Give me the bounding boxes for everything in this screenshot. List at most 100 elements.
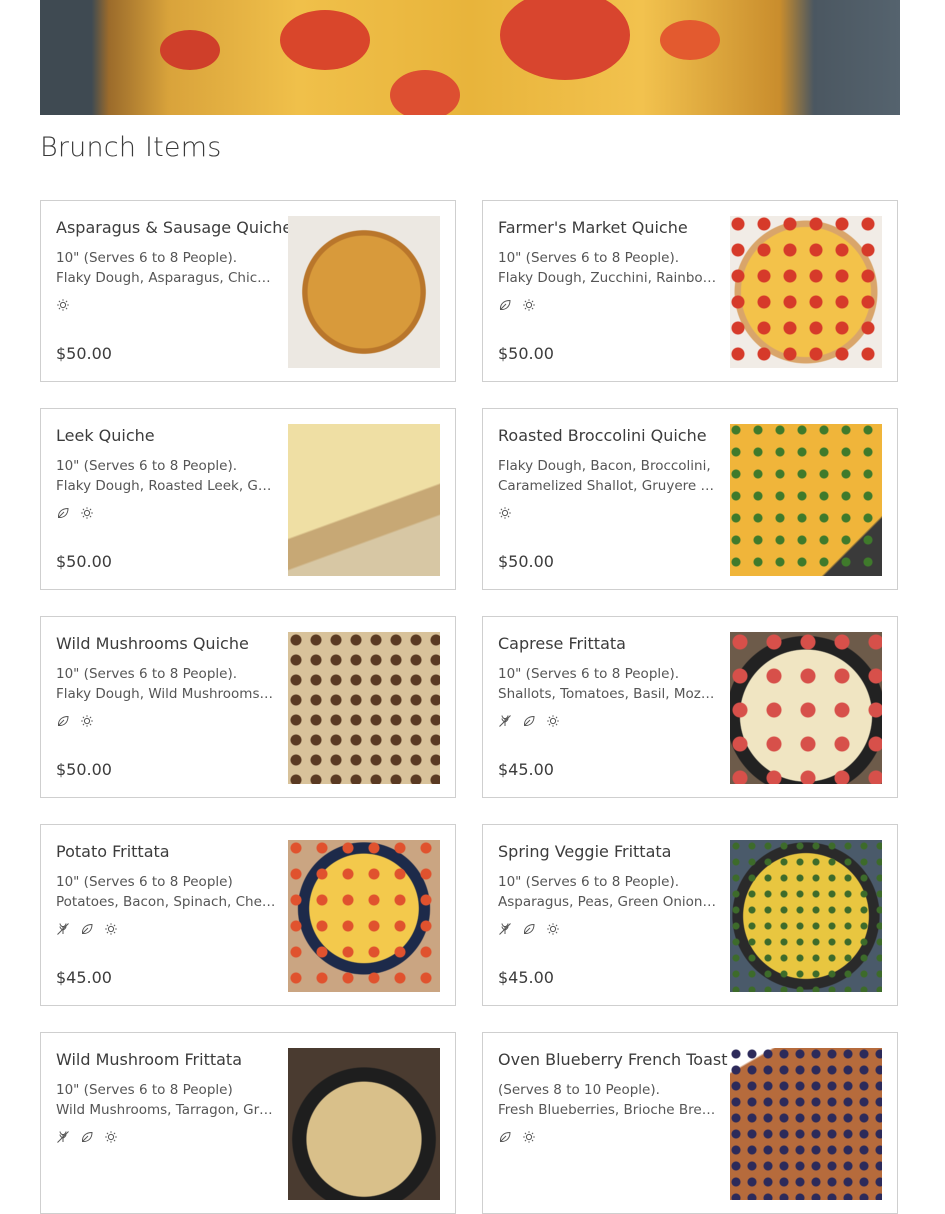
menu-item-description-line: (Serves 8 to 10 People). xyxy=(498,1082,660,1098)
gluten-free-icon xyxy=(498,713,512,727)
menu-item-description-line: Wild Mushrooms, Tarragon, Gruyere xyxy=(56,1102,276,1118)
menu-item-name[interactable]: Roasted Broccolini Quiche xyxy=(498,426,723,445)
menu-item-description-line: 10" (Serves 6 to 8 People). xyxy=(56,250,238,266)
dietary-badges xyxy=(498,505,512,519)
vegetarian-leaf-icon xyxy=(56,713,70,727)
menu-item-price: $50.00 xyxy=(56,552,112,571)
menu-item-description-line: Asparagus, Peas, Green Onions, Feta xyxy=(498,894,718,910)
dietary-badges xyxy=(56,921,118,935)
menu-item-description: 10" (Serves 6 to 8 People). Flaky Dough, … xyxy=(56,664,276,704)
menu-item-description-line: Flaky Dough, Asparagus, Chicken Sausage,… xyxy=(56,270,276,286)
menu-item-description-line: 10" (Serves 6 to 8 People) xyxy=(56,1082,233,1098)
gluten-free-icon xyxy=(498,921,512,935)
tomato-slice xyxy=(280,10,370,70)
menu-item-description-line: Potatoes, Bacon, Spinach, Cherry Tomatoe… xyxy=(56,894,276,910)
menu-item-description: 10" (Serves 6 to 8 People). Flaky Dough, … xyxy=(498,248,718,288)
organic-sun-icon xyxy=(80,713,94,727)
menu-item-description: 10" (Serves 6 to 8 People) Potatoes, Baco… xyxy=(56,872,276,912)
tomato-slice xyxy=(390,70,460,115)
menu-item-description-line: Shallots, Tomatoes, Basil, Mozzarella xyxy=(498,686,718,702)
menu-item-description: Flaky Dough, Bacon, Broccolini, Carameliz… xyxy=(498,456,718,496)
gluten-free-icon xyxy=(56,1129,70,1143)
menu-item-price: $45.00 xyxy=(498,968,554,987)
menu-item-description-line: Flaky Dough, Roasted Leek, Gruyere xyxy=(56,478,276,494)
menu-item-name[interactable]: Leek Quiche xyxy=(56,426,281,445)
menu-item-card[interactable]: Leek Quiche 10" (Serves 6 to 8 People). Fl… xyxy=(40,408,456,590)
dietary-badges xyxy=(498,297,536,311)
menu-item-price: $50.00 xyxy=(56,344,112,363)
menu-item-name[interactable]: Potato Frittata xyxy=(56,842,281,861)
vegetarian-leaf-icon xyxy=(80,921,94,935)
menu-item-price: $45.00 xyxy=(56,968,112,987)
menu-item-price: $45.00 xyxy=(498,760,554,779)
menu-item-photo[interactable] xyxy=(288,216,440,368)
menu-item-description-line: 10" (Serves 6 to 8 People) xyxy=(56,874,233,890)
menu-item-description-line: 10" (Serves 6 to 8 People). xyxy=(56,666,238,682)
menu-item-description: 10" (Serves 6 to 8 People). Flaky Dough, … xyxy=(56,248,276,288)
menu-item-description-line: 10" (Serves 6 to 8 People). xyxy=(498,250,680,266)
dietary-badges xyxy=(56,1129,118,1143)
menu-item-photo[interactable] xyxy=(288,424,440,576)
menu-item-card[interactable]: Spring Veggie Frittata 10" (Serves 6 to 8… xyxy=(482,824,898,1006)
menu-item-name[interactable]: Farmer's Market Quiche xyxy=(498,218,723,237)
menu-item-price: $50.00 xyxy=(498,344,554,363)
menu-item-description-line: 10" (Serves 6 to 8 People). xyxy=(498,666,680,682)
dietary-badges xyxy=(498,1129,536,1143)
menu-item-description: 10" (Serves 6 to 8 People) Wild Mushrooms… xyxy=(56,1080,276,1120)
menu-item-description-line: Flaky Dough, Bacon, Broccolini, xyxy=(498,458,711,474)
menu-item-card[interactable]: Asparagus & Sausage Quiche 10" (Serves 6 … xyxy=(40,200,456,382)
menu-item-price: $50.00 xyxy=(56,760,112,779)
menu-item-name[interactable]: Wild Mushrooms Quiche xyxy=(56,634,281,653)
menu-item-description: 10" (Serves 6 to 8 People). Flaky Dough, … xyxy=(56,456,276,496)
menu-item-card[interactable]: Wild Mushroom Frittata 10" (Serves 6 to 8… xyxy=(40,1032,456,1214)
menu-item-photo[interactable] xyxy=(288,1048,440,1200)
gluten-free-icon xyxy=(56,921,70,935)
menu-item-photo[interactable] xyxy=(288,840,440,992)
organic-sun-icon xyxy=(546,713,560,727)
dietary-badges xyxy=(498,921,560,935)
menu-item-card[interactable]: Farmer's Market Quiche 10" (Serves 6 to 8… xyxy=(482,200,898,382)
menu-item-description: 10" (Serves 6 to 8 People). Shallots, Tom… xyxy=(498,664,718,704)
menu-item-card[interactable]: Roasted Broccolini Quiche Flaky Dough, Ba… xyxy=(482,408,898,590)
menu-item-card[interactable]: Caprese Frittata 10" (Serves 6 to 8 Peopl… xyxy=(482,616,898,798)
vegetarian-leaf-icon xyxy=(56,505,70,519)
menu-item-photo[interactable] xyxy=(730,1048,882,1200)
vegetarian-leaf-icon xyxy=(498,1129,512,1143)
menu-item-name[interactable]: Asparagus & Sausage Quiche xyxy=(56,218,292,237)
organic-sun-icon xyxy=(104,921,118,935)
menu-item-card[interactable]: Wild Mushrooms Quiche 10" (Serves 6 to 8 … xyxy=(40,616,456,798)
menu-item-price: $50.00 xyxy=(498,552,554,571)
menu-item-card[interactable]: Oven Blueberry French Toast (Serves 8 to … xyxy=(482,1032,898,1214)
organic-sun-icon xyxy=(56,297,70,311)
dietary-badges xyxy=(56,713,94,727)
dietary-badges xyxy=(56,297,70,311)
dietary-badges xyxy=(56,505,94,519)
menu-item-description: (Serves 8 to 10 People). Fresh Blueberrie… xyxy=(498,1080,718,1120)
menu-item-description: 10" (Serves 6 to 8 People). Asparagus, Pe… xyxy=(498,872,718,912)
organic-sun-icon xyxy=(104,1129,118,1143)
menu-item-name[interactable]: Wild Mushroom Frittata xyxy=(56,1050,281,1069)
menu-item-name[interactable]: Caprese Frittata xyxy=(498,634,723,653)
tomato-slice xyxy=(660,20,720,60)
menu-item-name[interactable]: Oven Blueberry French Toast xyxy=(498,1050,728,1069)
organic-sun-icon xyxy=(522,297,536,311)
menu-item-description-line: Fresh Blueberries, Brioche Bread xyxy=(498,1102,718,1118)
tomato-slice xyxy=(500,0,630,80)
menu-item-photo[interactable] xyxy=(730,632,882,784)
menu-item-description-line: Flaky Dough, Wild Mushrooms, Gruyere xyxy=(56,686,276,702)
section-title: Brunch Items xyxy=(40,132,222,163)
menu-item-card[interactable]: Potato Frittata 10" (Serves 6 to 8 People… xyxy=(40,824,456,1006)
menu-item-description-line: 10" (Serves 6 to 8 People). xyxy=(56,458,238,474)
organic-sun-icon xyxy=(546,921,560,935)
vegetarian-leaf-icon xyxy=(498,297,512,311)
menu-item-name[interactable]: Spring Veggie Frittata xyxy=(498,842,723,861)
menu-item-photo[interactable] xyxy=(288,632,440,784)
menu-item-description-line: Flaky Dough, Zucchini, Rainbow Tomatoes xyxy=(498,270,718,286)
organic-sun-icon xyxy=(522,1129,536,1143)
menu-item-photo[interactable] xyxy=(730,216,882,368)
dietary-badges xyxy=(498,713,560,727)
menu-item-photo[interactable] xyxy=(730,424,882,576)
menu-item-photo[interactable] xyxy=(730,840,882,992)
organic-sun-icon xyxy=(80,505,94,519)
vegetarian-leaf-icon xyxy=(522,713,536,727)
